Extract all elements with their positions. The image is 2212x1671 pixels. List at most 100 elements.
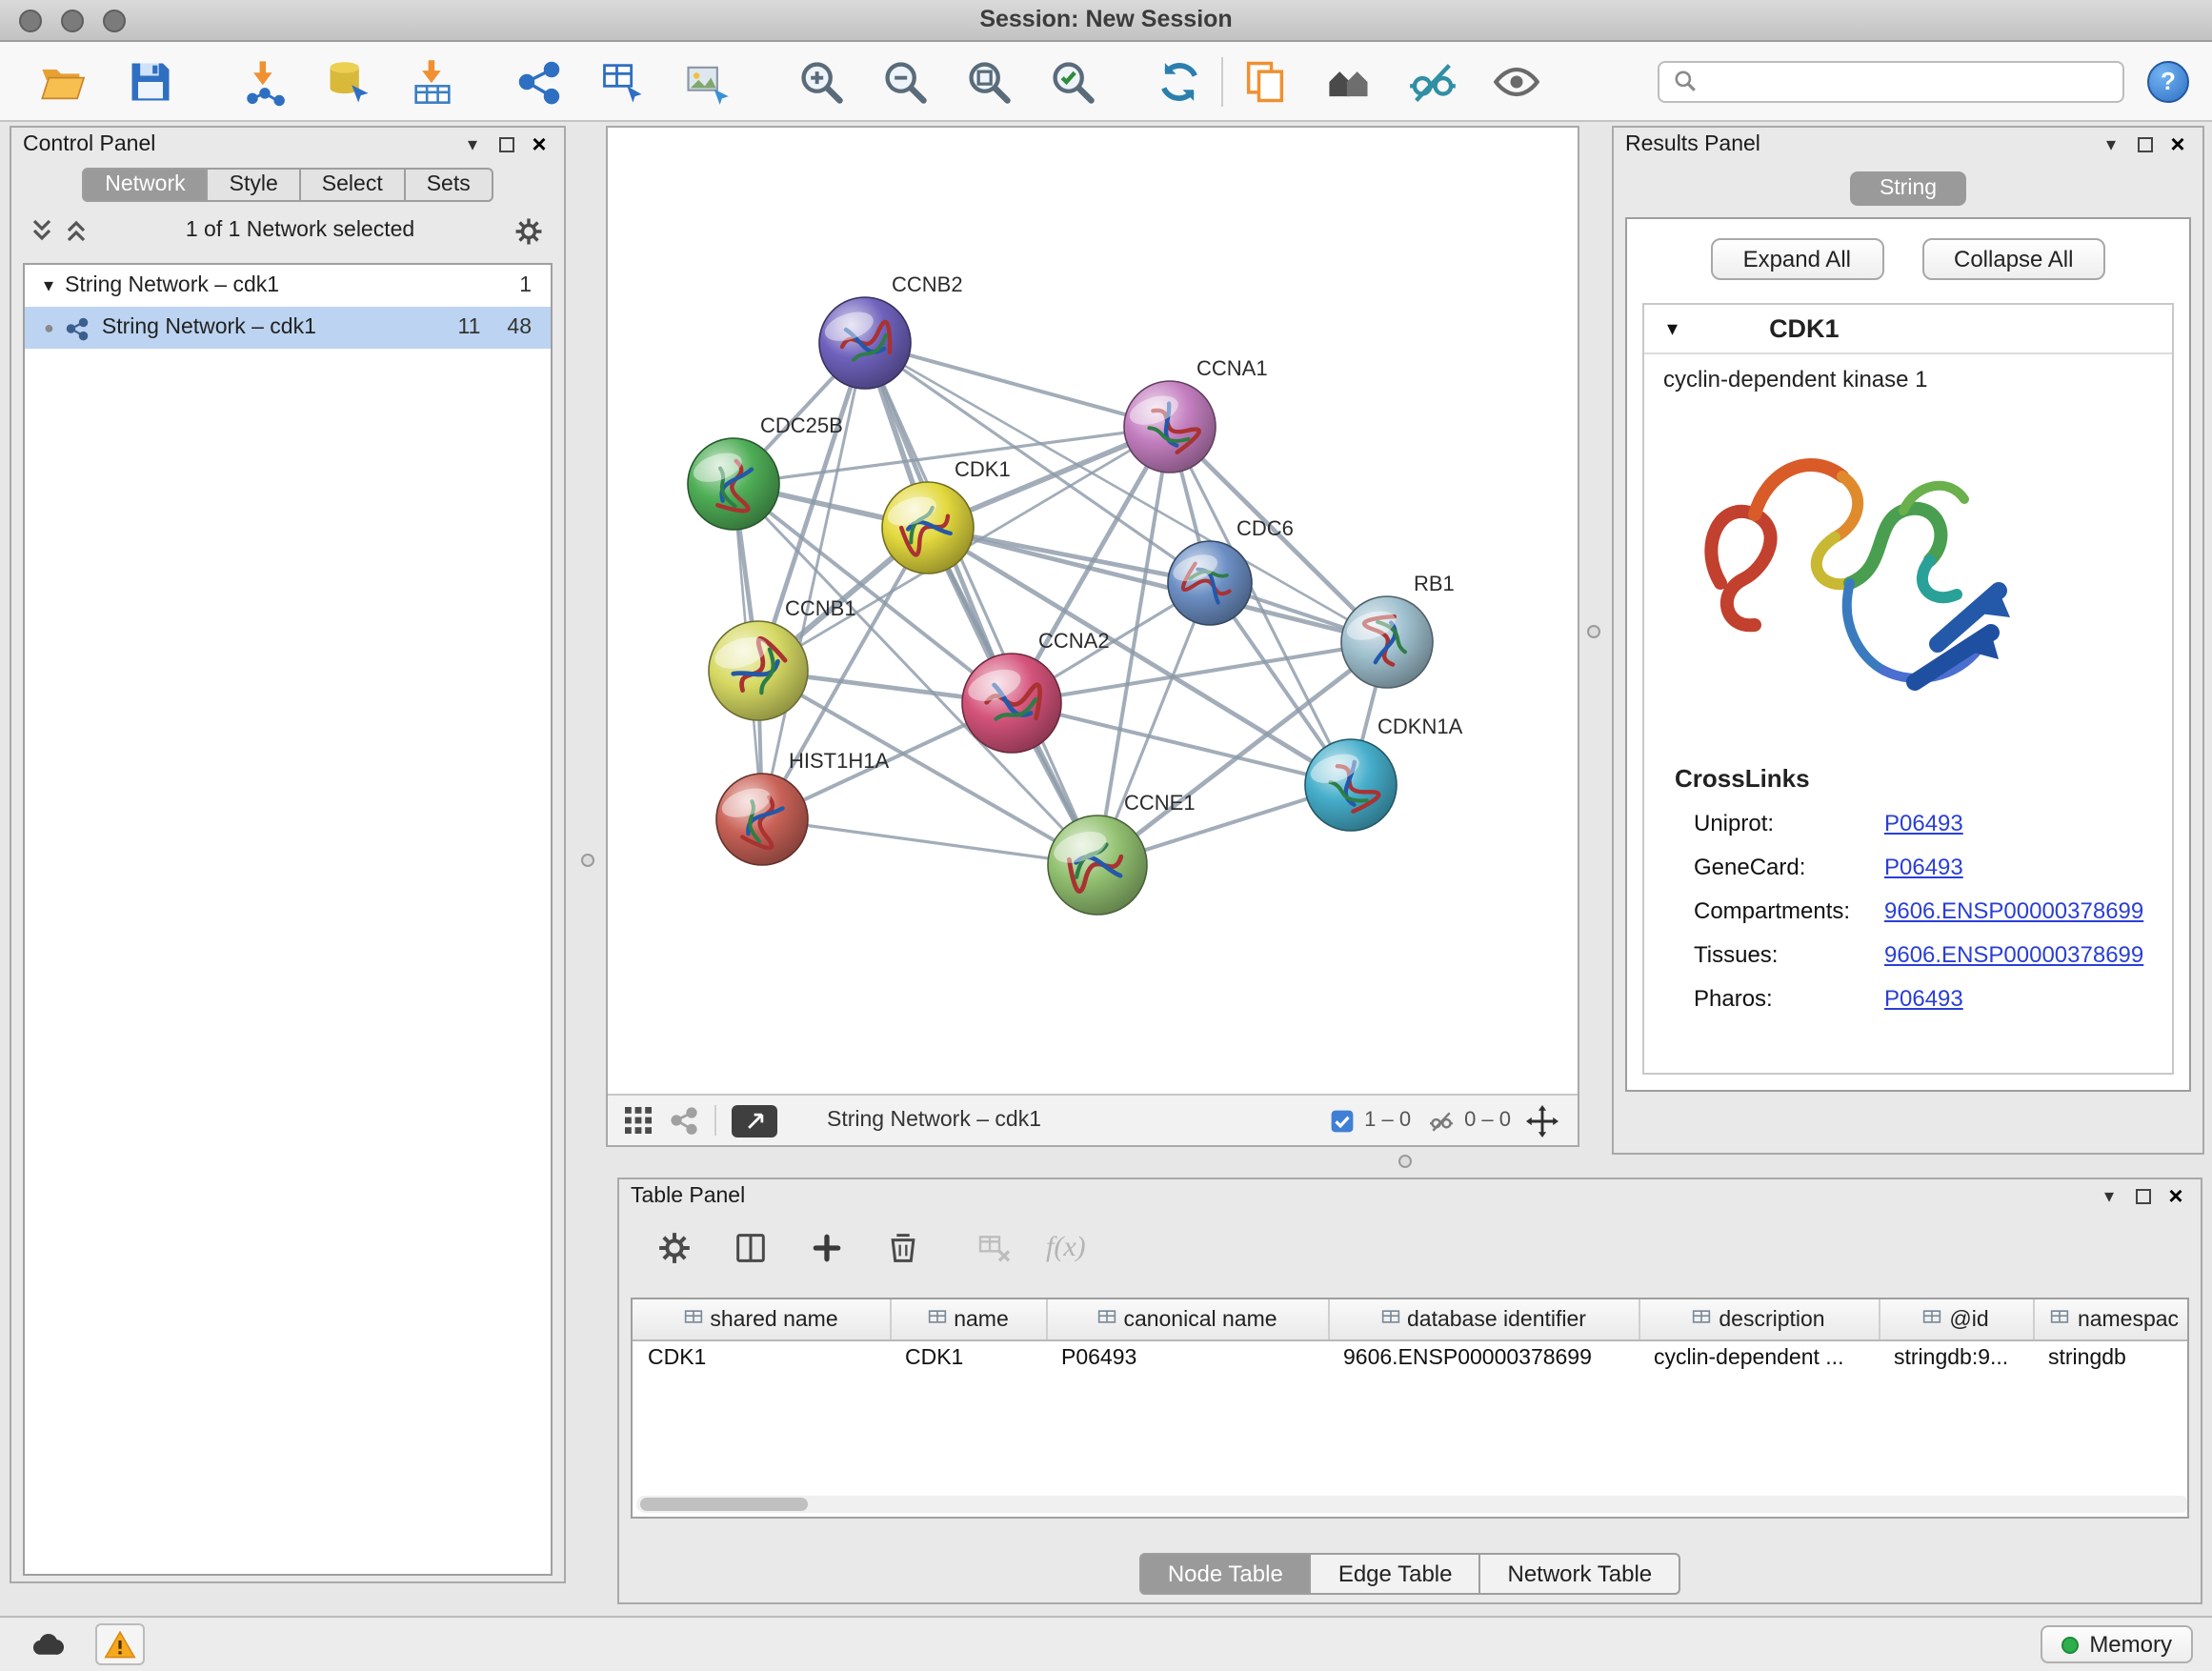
compartments-link[interactable]: 9606.ENSP00000378699 xyxy=(1884,896,2143,923)
function-builder-button[interactable]: f(x) xyxy=(1046,1232,1086,1264)
network-edge-CCNB2-CCNB1[interactable] xyxy=(758,343,865,671)
splitter-handle[interactable] xyxy=(581,854,594,867)
save-session-button[interactable] xyxy=(122,52,179,110)
network-row[interactable]: ● String Network – cdk1 11 48 xyxy=(25,307,551,349)
tab-string[interactable]: String xyxy=(1851,171,1965,206)
network-from-table-button[interactable] xyxy=(594,52,652,110)
delete-column-button[interactable] xyxy=(878,1223,928,1273)
table-cell[interactable]: 9606.ENSP00000378699 xyxy=(1328,1339,1639,1378)
table-cell[interactable]: CDK1 xyxy=(890,1339,1046,1378)
birdseye-toggle-button[interactable] xyxy=(732,1104,777,1137)
collapse-all-button[interactable]: Collapse All xyxy=(1921,238,2105,280)
refresh-button[interactable] xyxy=(1151,52,1208,110)
table-cell[interactable]: cyclin-dependent ... xyxy=(1639,1339,1879,1378)
column-header-namespac[interactable]: namespac xyxy=(2033,1299,2189,1339)
uniprot-link[interactable]: P06493 xyxy=(1884,809,1963,836)
tab-sets[interactable]: Sets xyxy=(406,168,493,202)
panel-close-icon[interactable]: × xyxy=(526,133,553,156)
table-row[interactable]: CDK1CDK1P064939606.ENSP00000378699cyclin… xyxy=(633,1339,2189,1378)
grid-view-icon[interactable] xyxy=(623,1105,654,1136)
tab-node-table[interactable]: Node Table xyxy=(1139,1553,1312,1595)
warning-button[interactable] xyxy=(95,1623,145,1665)
panel-close-icon[interactable]: × xyxy=(2162,1185,2189,1208)
table-cell[interactable]: P06493 xyxy=(1046,1339,1328,1378)
zoom-selected-button[interactable] xyxy=(1044,52,1101,110)
column-header-database-identifier[interactable]: database identifier xyxy=(1328,1299,1639,1339)
table-cell[interactable]: CDK1 xyxy=(633,1339,890,1378)
table-settings-button[interactable] xyxy=(650,1223,699,1273)
panel-close-icon[interactable]: × xyxy=(2164,133,2191,156)
network-node-CDK1[interactable] xyxy=(882,482,974,574)
network-edge-CCNB2-CCNE1[interactable] xyxy=(865,343,1097,865)
zoom-in-button[interactable] xyxy=(793,52,850,110)
tree-expand-caret-icon[interactable]: ▾ xyxy=(44,275,53,296)
import-network-file-button[interactable] xyxy=(236,52,293,110)
tab-network[interactable]: Network xyxy=(82,168,208,202)
pan-crosshair-icon[interactable] xyxy=(1526,1104,1558,1137)
memory-button[interactable]: Memory xyxy=(2040,1625,2193,1663)
panel-float-icon[interactable] xyxy=(2136,1189,2151,1204)
network-edge-HIST1H1A-CCNE1[interactable] xyxy=(762,819,1097,865)
open-session-button[interactable] xyxy=(34,52,91,110)
network-node-CCNA1[interactable] xyxy=(1124,381,1216,473)
network-edge-CCNB2-CCNA1[interactable] xyxy=(865,343,1170,427)
protein-card-header[interactable]: ▾ CDK1 xyxy=(1644,305,2172,354)
scrollbar-thumb[interactable] xyxy=(640,1498,808,1511)
column-header-canonical-name[interactable]: canonical name xyxy=(1046,1299,1328,1339)
help-button[interactable]: ? xyxy=(2147,60,2189,102)
genecard-link[interactable]: P06493 xyxy=(1884,853,1963,879)
eye-button[interactable] xyxy=(1488,52,1545,110)
expand-all-icon[interactable] xyxy=(65,217,88,244)
panel-float-icon[interactable] xyxy=(499,137,514,152)
table-cell[interactable]: stringdb:9... xyxy=(1879,1339,2033,1378)
cloud-status-button[interactable] xyxy=(19,1616,76,1671)
copy-button[interactable] xyxy=(1237,52,1294,110)
network-node-CDC6[interactable] xyxy=(1168,541,1252,625)
clone-network-button[interactable] xyxy=(511,52,568,110)
search-input[interactable] xyxy=(1707,70,2109,92)
import-table-button[interactable] xyxy=(404,52,461,110)
network-node-CDKN1A[interactable] xyxy=(1305,739,1397,831)
network-node-CCNB2[interactable] xyxy=(819,297,911,389)
network-canvas[interactable]: CCNB2CCNA1CDC25BCDK1CDC6RB1CCNB1CCNA2CDK… xyxy=(608,128,1578,1094)
home-button[interactable] xyxy=(1320,52,1377,110)
network-node-CDC25B[interactable] xyxy=(688,438,779,530)
tab-select[interactable]: Select xyxy=(301,168,406,202)
gear-icon[interactable] xyxy=(513,214,545,247)
network-collection-row[interactable]: ▾ String Network – cdk1 1 xyxy=(25,265,551,307)
network-share-icon[interactable] xyxy=(669,1105,699,1136)
panel-menu-icon[interactable]: ▾ xyxy=(2096,134,2126,155)
splitter-handle[interactable] xyxy=(1398,1155,1412,1168)
column-header-name[interactable]: name xyxy=(890,1299,1046,1339)
zoom-out-button[interactable] xyxy=(876,52,934,110)
column-header-description[interactable]: description xyxy=(1639,1299,1879,1339)
show-columns-button[interactable] xyxy=(726,1223,775,1273)
collapse-all-icon[interactable] xyxy=(30,217,53,244)
tab-network-table[interactable]: Network Table xyxy=(1481,1553,1681,1595)
network-node-CCNA2[interactable] xyxy=(962,654,1061,753)
network-node-CCNB1[interactable] xyxy=(709,621,808,720)
collapse-caret-icon[interactable]: ▾ xyxy=(1667,316,1678,341)
tab-edge-table[interactable]: Edge Table xyxy=(1312,1553,1481,1595)
add-column-button[interactable] xyxy=(802,1223,852,1273)
zoom-fit-button[interactable] xyxy=(960,52,1017,110)
network-node-HIST1H1A[interactable] xyxy=(716,774,808,865)
expand-all-button[interactable]: Expand All xyxy=(1711,238,1883,280)
panel-float-icon[interactable] xyxy=(2138,137,2153,152)
graphics-details-button[interactable] xyxy=(1404,52,1461,110)
pharos-link[interactable]: P06493 xyxy=(1884,984,1963,1011)
horizontal-scrollbar[interactable] xyxy=(636,1496,2189,1513)
column-header--id[interactable]: @id xyxy=(1879,1299,2033,1339)
table-cell[interactable]: stringdb xyxy=(2033,1339,2189,1378)
export-image-button[interactable] xyxy=(678,52,735,110)
splitter-handle[interactable] xyxy=(1587,625,1600,638)
network-node-RB1[interactable] xyxy=(1341,596,1433,688)
tissues-link[interactable]: 9606.ENSP00000378699 xyxy=(1884,940,2143,967)
import-network-database-button[interactable] xyxy=(320,52,377,110)
network-node-CCNE1[interactable] xyxy=(1048,815,1147,915)
tab-style[interactable]: Style xyxy=(209,168,301,202)
column-header-shared-name[interactable]: shared name xyxy=(633,1299,890,1339)
panel-menu-icon[interactable]: ▾ xyxy=(457,134,488,155)
panel-menu-icon[interactable]: ▾ xyxy=(2094,1186,2124,1207)
clear-table-button[interactable] xyxy=(970,1223,1019,1273)
